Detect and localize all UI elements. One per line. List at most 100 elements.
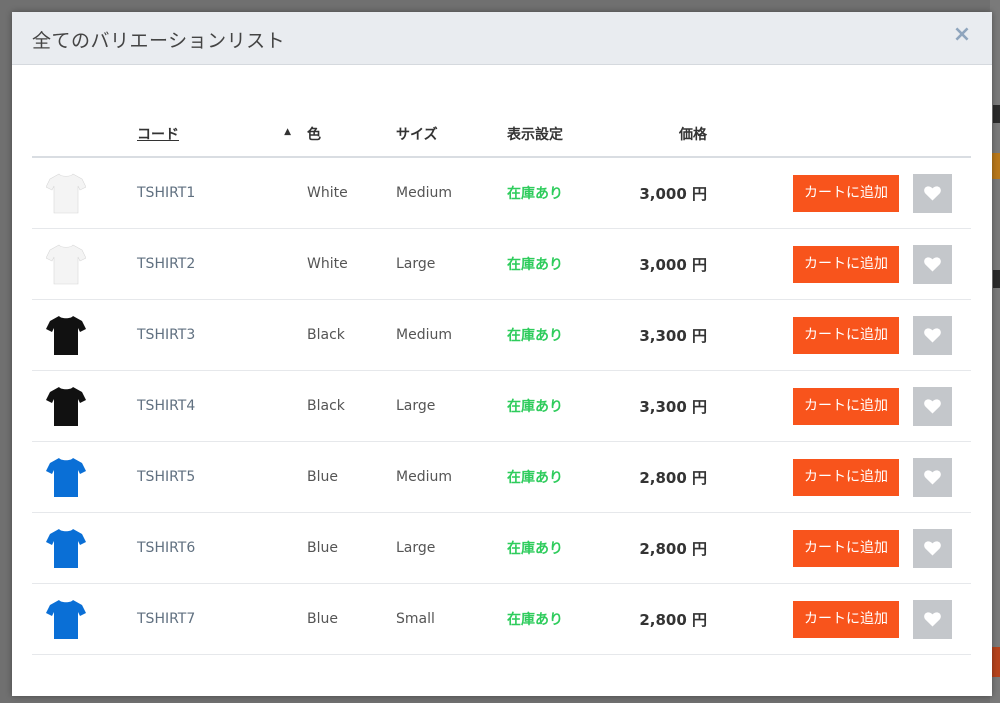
stock-status: 在庫あり xyxy=(507,257,563,273)
table-row: TSHIRT3 Black Medium 在庫あり 3,300 円 カートに追加 xyxy=(32,299,971,371)
color-cell: Blue xyxy=(307,583,396,655)
close-button[interactable]: × xyxy=(950,24,974,48)
background-fragment xyxy=(992,153,1000,179)
heart-icon xyxy=(924,256,941,271)
table-body: TSHIRT1 White Medium 在庫あり 3,000 円 カートに追加… xyxy=(32,157,971,655)
favorite-button[interactable] xyxy=(913,457,952,497)
heart-icon xyxy=(924,185,941,200)
table-row: TSHIRT4 Black Large 在庫あり 3,300 円 カートに追加 xyxy=(32,370,971,442)
product-image-cell xyxy=(32,370,137,442)
favorite-button[interactable] xyxy=(913,528,952,568)
stock-status: 在庫あり xyxy=(507,399,563,415)
tshirt-icon xyxy=(46,244,86,285)
product-code: TSHIRT5 xyxy=(137,469,196,485)
color-cell: Blue xyxy=(307,441,396,513)
sort-code-link[interactable]: コード xyxy=(137,127,179,143)
price-cell: 3,000 円 xyxy=(607,228,707,300)
size-cell: Large xyxy=(396,228,507,300)
favorite-button[interactable] xyxy=(913,599,952,639)
background-fragment xyxy=(993,270,1000,288)
add-to-cart-button[interactable]: カートに追加 xyxy=(793,600,899,638)
size-cell: Medium xyxy=(396,157,507,229)
price-value: 3,300 円 xyxy=(639,326,707,345)
header-price: 価格 xyxy=(607,112,707,158)
product-code: TSHIRT1 xyxy=(137,185,196,201)
add-to-cart-button[interactable]: カートに追加 xyxy=(793,387,899,425)
stock-status: 在庫あり xyxy=(507,186,563,202)
price-value: 2,800 円 xyxy=(639,539,707,558)
code-cell: TSHIRT1 xyxy=(137,157,307,229)
add-to-cart-button[interactable]: カートに追加 xyxy=(793,245,899,283)
tshirt-icon xyxy=(46,173,86,214)
product-image-cell xyxy=(32,512,137,584)
header-code[interactable]: コード ▲ xyxy=(137,112,307,158)
color-cell: White xyxy=(307,228,396,300)
favorite-button[interactable] xyxy=(913,386,952,426)
size-cell: Medium xyxy=(396,441,507,513)
table-header: コード ▲ 色 サイズ 表示設定 価格 xyxy=(32,112,971,158)
product-code: TSHIRT4 xyxy=(137,398,196,414)
code-cell: TSHIRT7 xyxy=(137,583,307,655)
product-code: TSHIRT2 xyxy=(137,256,196,272)
price-value: 3,000 円 xyxy=(639,255,707,274)
product-image-cell xyxy=(32,583,137,655)
actions-cell: カートに追加 xyxy=(707,583,971,655)
product-image-cell xyxy=(32,441,137,513)
header-size: サイズ xyxy=(396,112,507,158)
stock-status: 在庫あり xyxy=(507,541,563,557)
actions-cell: カートに追加 xyxy=(707,299,971,371)
tshirt-icon xyxy=(46,458,86,497)
color-cell: Blue xyxy=(307,512,396,584)
color-cell: Black xyxy=(307,370,396,442)
stock-cell: 在庫あり xyxy=(507,299,607,371)
modal-header: 全てのバリエーションリスト × xyxy=(12,12,992,65)
code-cell: TSHIRT5 xyxy=(137,441,307,513)
price-cell: 2,800 円 xyxy=(607,441,707,513)
header-actions xyxy=(707,112,971,158)
size-cell: Medium xyxy=(396,299,507,371)
price-cell: 2,800 円 xyxy=(607,512,707,584)
price-cell: 3,300 円 xyxy=(607,299,707,371)
price-value: 3,300 円 xyxy=(639,397,707,416)
price-value: 2,800 円 xyxy=(639,610,707,629)
color-cell: White xyxy=(307,157,396,229)
add-to-cart-button[interactable]: カートに追加 xyxy=(793,458,899,496)
actions-cell: カートに追加 xyxy=(707,157,971,229)
stock-cell: 在庫あり xyxy=(507,157,607,229)
stock-status: 在庫あり xyxy=(507,470,563,486)
price-cell: 3,000 円 xyxy=(607,157,707,229)
code-cell: TSHIRT6 xyxy=(137,512,307,584)
table-row: TSHIRT5 Blue Medium 在庫あり 2,800 円 カートに追加 xyxy=(32,441,971,513)
stock-status: 在庫あり xyxy=(507,612,563,628)
actions-cell: カートに追加 xyxy=(707,370,971,442)
size-cell: Large xyxy=(396,512,507,584)
add-to-cart-button[interactable]: カートに追加 xyxy=(793,529,899,567)
favorite-button[interactable] xyxy=(913,315,952,355)
header-color: 色 xyxy=(307,112,396,158)
tshirt-icon xyxy=(46,600,86,639)
tshirt-icon xyxy=(46,387,86,426)
background-fragment xyxy=(992,647,1000,677)
variation-table-wrapper: コード ▲ 色 サイズ 表示設定 価格 TSHIRT1 White Medium… xyxy=(32,112,971,655)
stock-cell: 在庫あり xyxy=(507,583,607,655)
product-image-cell xyxy=(32,157,137,229)
stock-cell: 在庫あり xyxy=(507,512,607,584)
actions-cell: カートに追加 xyxy=(707,441,971,513)
stock-status: 在庫あり xyxy=(507,328,563,344)
table-row: TSHIRT1 White Medium 在庫あり 3,000 円 カートに追加 xyxy=(32,157,971,229)
product-code: TSHIRT6 xyxy=(137,540,196,556)
product-code: TSHIRT7 xyxy=(137,611,196,627)
color-cell: Black xyxy=(307,299,396,371)
stock-cell: 在庫あり xyxy=(507,228,607,300)
product-code: TSHIRT3 xyxy=(137,327,196,343)
table-row: TSHIRT2 White Large 在庫あり 3,000 円 カートに追加 xyxy=(32,228,971,300)
favorite-button[interactable] xyxy=(913,244,952,284)
heart-icon xyxy=(924,611,941,626)
add-to-cart-button[interactable]: カートに追加 xyxy=(793,174,899,212)
size-cell: Small xyxy=(396,583,507,655)
table-row: TSHIRT7 Blue Small 在庫あり 2,800 円 カートに追加 xyxy=(32,583,971,655)
add-to-cart-button[interactable]: カートに追加 xyxy=(793,316,899,354)
stock-cell: 在庫あり xyxy=(507,441,607,513)
favorite-button[interactable] xyxy=(913,173,952,213)
product-image-cell xyxy=(32,299,137,371)
